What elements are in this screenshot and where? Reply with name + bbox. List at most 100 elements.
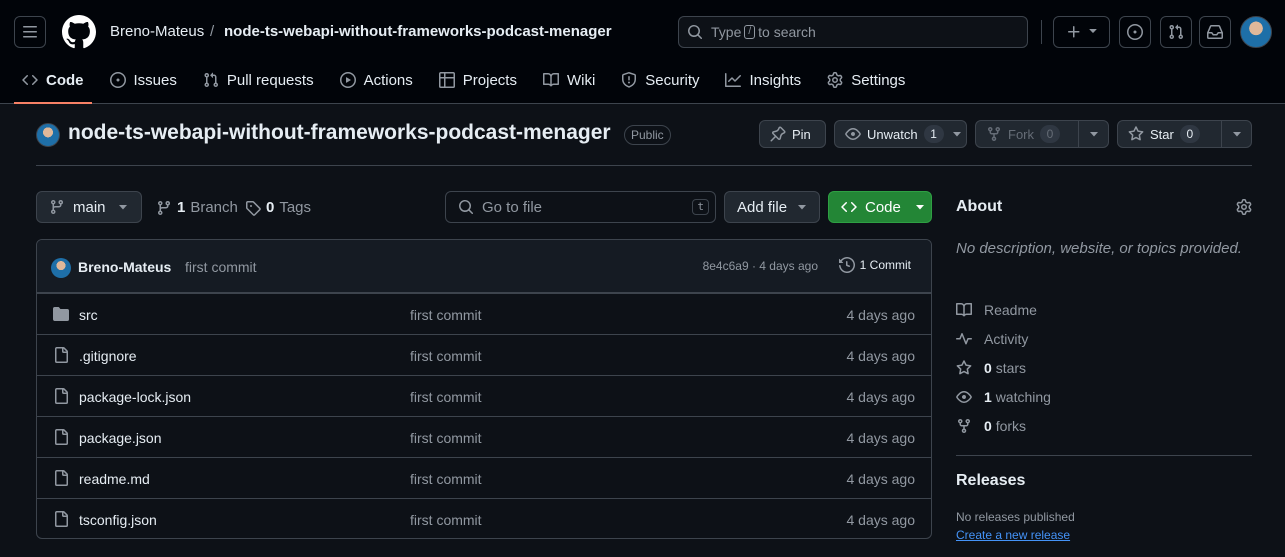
tab-issues[interactable]: Issues	[102, 64, 185, 96]
branch-icon	[157, 200, 170, 215]
file-commit-message[interactable]: first commit	[410, 307, 482, 323]
readme-link[interactable]: Readme	[956, 302, 1037, 318]
tab-projects[interactable]: Projects	[431, 64, 525, 96]
commits-link[interactable]: 1 Commit	[838, 257, 911, 273]
file-row-src[interactable]: src first commit 4 days ago	[37, 293, 931, 334]
no-releases-text: No releases published	[956, 510, 1075, 524]
hamburger-icon	[23, 26, 37, 38]
file-name[interactable]: package-lock.json	[79, 389, 191, 405]
about-description: No description, website, or topics provi…	[956, 240, 1242, 257]
file-commit-message[interactable]: first commit	[410, 471, 482, 487]
watch-counter: 1	[923, 125, 944, 143]
star-button[interactable]: Star 0	[1117, 120, 1252, 148]
eye-icon	[845, 128, 861, 140]
tab-label: Wiki	[566, 71, 596, 89]
pin-button[interactable]: Pin	[759, 120, 826, 148]
stars-link[interactable]: 0 stars	[956, 360, 1026, 376]
forks-link[interactable]: 0 forks	[956, 418, 1026, 434]
file-commit-message[interactable]: first commit	[410, 389, 482, 405]
stars-count: 0	[984, 360, 992, 376]
forks-label: forks	[995, 418, 1027, 434]
file-row-package-lock[interactable]: package-lock.json first commit 4 days ag…	[37, 375, 931, 416]
breadcrumb-repo[interactable]: node-ts-webapi-without-frameworks-podcas…	[224, 23, 612, 40]
header-divider	[1041, 20, 1042, 44]
pull-request-icon	[204, 72, 218, 88]
issue-icon	[109, 72, 126, 88]
go-to-file-placeholder: Go to file	[482, 198, 543, 216]
star-dropdown[interactable]	[1221, 121, 1251, 147]
triangle-down-icon	[1232, 132, 1241, 137]
file-date: 4 days ago	[846, 307, 916, 323]
pull-requests-button[interactable]	[1160, 16, 1192, 48]
global-search-input[interactable]: Type / to search	[678, 16, 1028, 48]
file-commit-message[interactable]: first commit	[410, 348, 482, 364]
tab-wiki[interactable]: Wiki	[535, 64, 603, 96]
triangle-down-icon	[1089, 132, 1098, 137]
watching-link[interactable]: 1 watching	[956, 389, 1051, 405]
add-file-button[interactable]: Add file	[724, 191, 820, 223]
releases-heading[interactable]: Releases	[956, 472, 1025, 490]
file-row-gitignore[interactable]: .gitignore first commit 4 days ago	[37, 334, 931, 375]
code-icon	[841, 201, 857, 213]
plus-icon	[1067, 26, 1079, 38]
stars-label: stars	[995, 360, 1027, 376]
create-new-button[interactable]	[1053, 16, 1110, 48]
fork-dropdown[interactable]	[1078, 121, 1108, 147]
watching-label: watching	[995, 389, 1051, 405]
file-row-readme[interactable]: readme.md first commit 4 days ago	[37, 457, 931, 498]
tab-code[interactable]: Code	[14, 64, 92, 104]
tab-label: Pull requests	[226, 71, 314, 89]
file-commit-message[interactable]: first commit	[410, 430, 482, 446]
code-label: Code	[865, 198, 901, 216]
file-commit-message[interactable]: first commit	[410, 512, 482, 528]
tab-pull-requests[interactable]: Pull requests	[195, 64, 322, 96]
menu-button[interactable]	[14, 16, 46, 48]
branches-link[interactable]: 1 Branch	[156, 199, 238, 216]
unwatch-button[interactable]: Unwatch 1	[834, 120, 967, 148]
file-name[interactable]: src	[79, 307, 98, 323]
commit-author-avatar[interactable]	[51, 258, 71, 278]
repo-owner-avatar[interactable]	[36, 123, 60, 147]
repo-nav-tabs: Code Issues Pull requests Actions Projec…	[14, 64, 923, 104]
breadcrumb-separator: /	[210, 23, 215, 40]
tab-settings[interactable]: Settings	[819, 64, 913, 96]
github-logo-icon[interactable]	[62, 15, 96, 49]
table-icon	[438, 72, 455, 88]
tab-actions[interactable]: Actions	[332, 64, 421, 96]
branch-selector[interactable]: main	[36, 191, 142, 223]
tags-link[interactable]: 0 Tags	[245, 199, 311, 216]
breadcrumb-owner[interactable]: Breno-Mateus	[110, 23, 204, 40]
tab-security[interactable]: Security	[613, 64, 707, 96]
file-name[interactable]: package.json	[79, 430, 162, 446]
file-icon	[55, 388, 68, 404]
commit-message[interactable]: first commit	[185, 259, 257, 275]
issues-button[interactable]	[1119, 16, 1151, 48]
inbox-button[interactable]	[1199, 16, 1231, 48]
go-to-file-input[interactable]: Go to file t	[445, 191, 716, 223]
star-counter: 0	[1179, 125, 1200, 143]
file-name[interactable]: .gitignore	[79, 348, 137, 364]
activity-link[interactable]: Activity	[956, 331, 1028, 347]
book-icon	[956, 302, 972, 317]
issue-icon	[1127, 24, 1143, 40]
user-avatar[interactable]	[1240, 16, 1272, 48]
divider	[36, 165, 1252, 166]
commit-hash-time[interactable]: 8e4c6a9 · 4 days ago	[703, 259, 818, 273]
file-name[interactable]: readme.md	[79, 471, 150, 487]
tab-label: Code	[46, 71, 84, 89]
file-icon	[55, 470, 68, 486]
gear-icon[interactable]	[1236, 199, 1252, 215]
repo-title[interactable]: node-ts-webapi-without-frameworks-podcas…	[68, 121, 611, 145]
commit-author[interactable]: Breno-Mateus	[78, 259, 171, 275]
file-row-tsconfig[interactable]: tsconfig.json first commit 4 days ago	[37, 498, 931, 538]
add-file-label: Add file	[737, 198, 788, 216]
file-name[interactable]: tsconfig.json	[79, 512, 157, 528]
fork-button[interactable]: Fork 0	[975, 120, 1109, 148]
create-release-link[interactable]: Create a new release	[956, 528, 1070, 542]
fork-icon	[958, 419, 970, 434]
file-row-package[interactable]: package.json first commit 4 days ago	[37, 416, 931, 457]
code-button[interactable]: Code	[828, 191, 932, 223]
tab-insights[interactable]: Insights	[717, 64, 809, 96]
shield-icon	[622, 72, 637, 88]
tag-label: Tags	[279, 199, 312, 216]
